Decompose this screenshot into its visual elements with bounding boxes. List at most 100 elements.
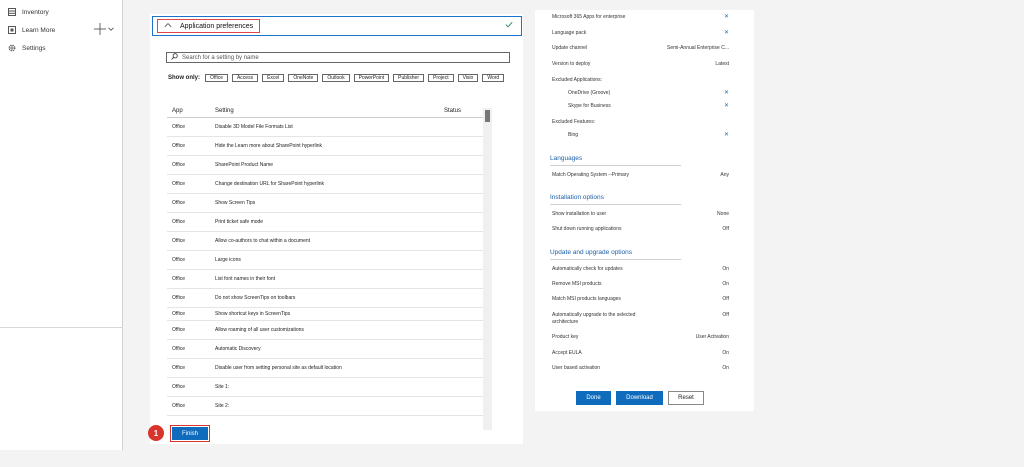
remove-icon[interactable]: ✕ [724, 13, 729, 20]
table-row[interactable]: Office Automatic Discovery [167, 340, 492, 359]
sidebar-item-label: Settings [22, 44, 46, 52]
configuration-summary-panel: Microsoft 365 Apps for enterprise ✕ Lang… [535, 10, 754, 411]
sidebar-item-learn-more[interactable]: Learn More [0, 21, 122, 39]
table-row[interactable]: Office Allow co-authors to chat within a … [167, 232, 492, 251]
excluded-apps-heading: Excluded Applications: [552, 77, 729, 83]
auto-check-label: Automatically check for updates [552, 266, 623, 272]
column-header-setting[interactable]: Setting [215, 108, 444, 114]
app-prefs-section-header[interactable]: Application preferences [152, 16, 522, 36]
filter-chip-visio[interactable]: Visio [457, 74, 479, 82]
excluded-apps-label: Excluded Applications: [552, 77, 603, 83]
table-row[interactable]: Office Do not show ScreenTips on toolbars [167, 289, 492, 308]
summary-product-row: Language pack ✕ [552, 29, 729, 37]
table-row[interactable]: Office Disable 3D Model File Formats List [167, 118, 492, 137]
filter-chip-word[interactable]: Word [482, 74, 505, 82]
shut-down-value: Off [722, 226, 729, 232]
row-app: Office [172, 181, 185, 187]
row-setting: Disable user from setting personal site … [215, 365, 342, 371]
table-row[interactable]: Office Print ticket safe mode [167, 213, 492, 232]
search-icon [171, 53, 178, 62]
update-channel-value: Semi-Annual Enterprise C... [667, 45, 729, 51]
chevron-down-icon[interactable] [108, 26, 114, 34]
row-setting: Site 1: [215, 384, 230, 390]
remove-icon[interactable]: ✕ [724, 29, 729, 36]
row-setting: List font names in their font [215, 276, 276, 282]
row-app: Office [172, 365, 185, 371]
show-install-label: Show installation to user [552, 211, 607, 217]
finish-button[interactable]: Finish [172, 427, 208, 440]
auto-check-value: On [722, 266, 729, 272]
product-key-row: Product key User Activation [552, 334, 729, 340]
table-row[interactable]: Office Allow roaming of all user customiz… [167, 321, 492, 340]
table-row[interactable]: Office Show Screen Tips [167, 194, 492, 213]
remove-icon[interactable]: ✕ [724, 131, 729, 138]
search-input[interactable]: Search for a setting by name [166, 52, 510, 63]
filter-chip-office[interactable]: Office [205, 74, 228, 82]
summary-version: Version to deploy Latest [552, 61, 729, 67]
filter-chip-project[interactable]: Project [428, 74, 454, 82]
cursor-crosshair [94, 23, 114, 37]
sidebar-item-inventory[interactable]: Inventory [0, 3, 122, 21]
table-scrollbar[interactable] [483, 108, 492, 430]
scrollbar-thumb[interactable] [485, 110, 490, 122]
filter-chip-outlook[interactable]: Outlook [322, 74, 350, 82]
row-setting: Automatic Discovery [215, 346, 261, 352]
table-row[interactable]: Office Change destination URL for SharePo… [167, 175, 492, 194]
row-app: Office [172, 295, 185, 301]
row-setting: Allow co-authors to chat within a docume… [215, 238, 311, 244]
excluded-features-label: Excluded Features: [552, 119, 596, 125]
excluded-feature-name: Bing [568, 131, 579, 138]
summary-update-channel: Update channel Semi-Annual Enterprise C.… [552, 45, 729, 51]
user-activation-label: User based activation [552, 365, 601, 371]
row-setting: Large icons [215, 257, 241, 263]
filter-chip-access[interactable]: Access [231, 74, 259, 82]
remove-icon[interactable]: ✕ [724, 102, 729, 109]
summary-product-row: Microsoft 365 Apps for enterprise ✕ [552, 13, 729, 21]
match-os-value: Any [720, 172, 729, 178]
filter-chip-excel[interactable]: Excel [262, 74, 285, 82]
app-prefs-title: Application preferences [180, 22, 254, 30]
table-header: App Setting Status [167, 104, 492, 118]
table-row[interactable]: Office Disable user from setting personal… [167, 359, 492, 378]
row-app: Office [172, 276, 185, 282]
settings-table: App Setting Status Office Disable 3D Mode… [167, 104, 492, 430]
app-filter-bar: Show only: Office Access Excel OneNote O… [168, 74, 505, 82]
version-label: Version to deploy [552, 61, 591, 67]
app-prefs-title-highlight[interactable]: Application preferences [157, 19, 261, 33]
remove-msi-row: Remove MSI products On [552, 281, 729, 287]
match-msi-row: Match MSI products languages Off [552, 296, 729, 302]
filter-chip-publisher[interactable]: Publisher [393, 74, 425, 82]
table-row[interactable]: Office Site 2: [167, 397, 492, 416]
filter-chip-powerpoint[interactable]: PowerPoint [353, 74, 390, 82]
auto-upgrade-value: Off [722, 312, 729, 318]
table-row[interactable]: Office List font names in their font [167, 270, 492, 289]
excluded-app-name: Skype for Business [568, 102, 611, 109]
match-msi-value: Off [722, 296, 729, 302]
table-row[interactable]: Office Large icons [167, 251, 492, 270]
column-header-app[interactable]: App [167, 108, 215, 114]
row-setting: Hide the Learn more about SharePoint hyp… [215, 143, 323, 149]
done-button[interactable]: Done [576, 391, 611, 405]
sidebar-item-settings[interactable]: Settings [0, 39, 122, 57]
finish-button-highlight[interactable]: Finish [170, 425, 210, 442]
remove-icon[interactable]: ✕ [724, 89, 729, 96]
table-row[interactable]: Office Hide the Learn more about SharePoi… [167, 137, 492, 156]
chevron-up-icon [164, 22, 172, 30]
table-row[interactable]: Office Site 1: [167, 378, 492, 397]
excluded-app-row: Skype for Business ✕ [568, 102, 729, 110]
row-setting: Print ticket safe mode [215, 219, 264, 225]
product-key-label: Product key [552, 334, 579, 340]
match-os-row: Match Operating System --Primary Any [552, 172, 729, 178]
table-row[interactable]: Office SharePoint Product Name [167, 156, 492, 175]
row-setting: Show Screen Tips [215, 200, 256, 206]
row-app: Office [172, 219, 185, 225]
reset-button[interactable]: Reset [668, 391, 704, 405]
product-label: Language pack [552, 29, 587, 36]
row-setting: Show shortcut keys in ScreenTips [215, 311, 291, 317]
row-app: Office [172, 124, 185, 130]
download-button[interactable]: Download [616, 391, 663, 405]
table-row[interactable]: Office Show shortcut keys in ScreenTips [167, 308, 492, 321]
section-divider [550, 165, 681, 166]
installation-section-title: Installation options [550, 194, 604, 201]
filter-chip-onenote[interactable]: OneNote [288, 74, 319, 82]
